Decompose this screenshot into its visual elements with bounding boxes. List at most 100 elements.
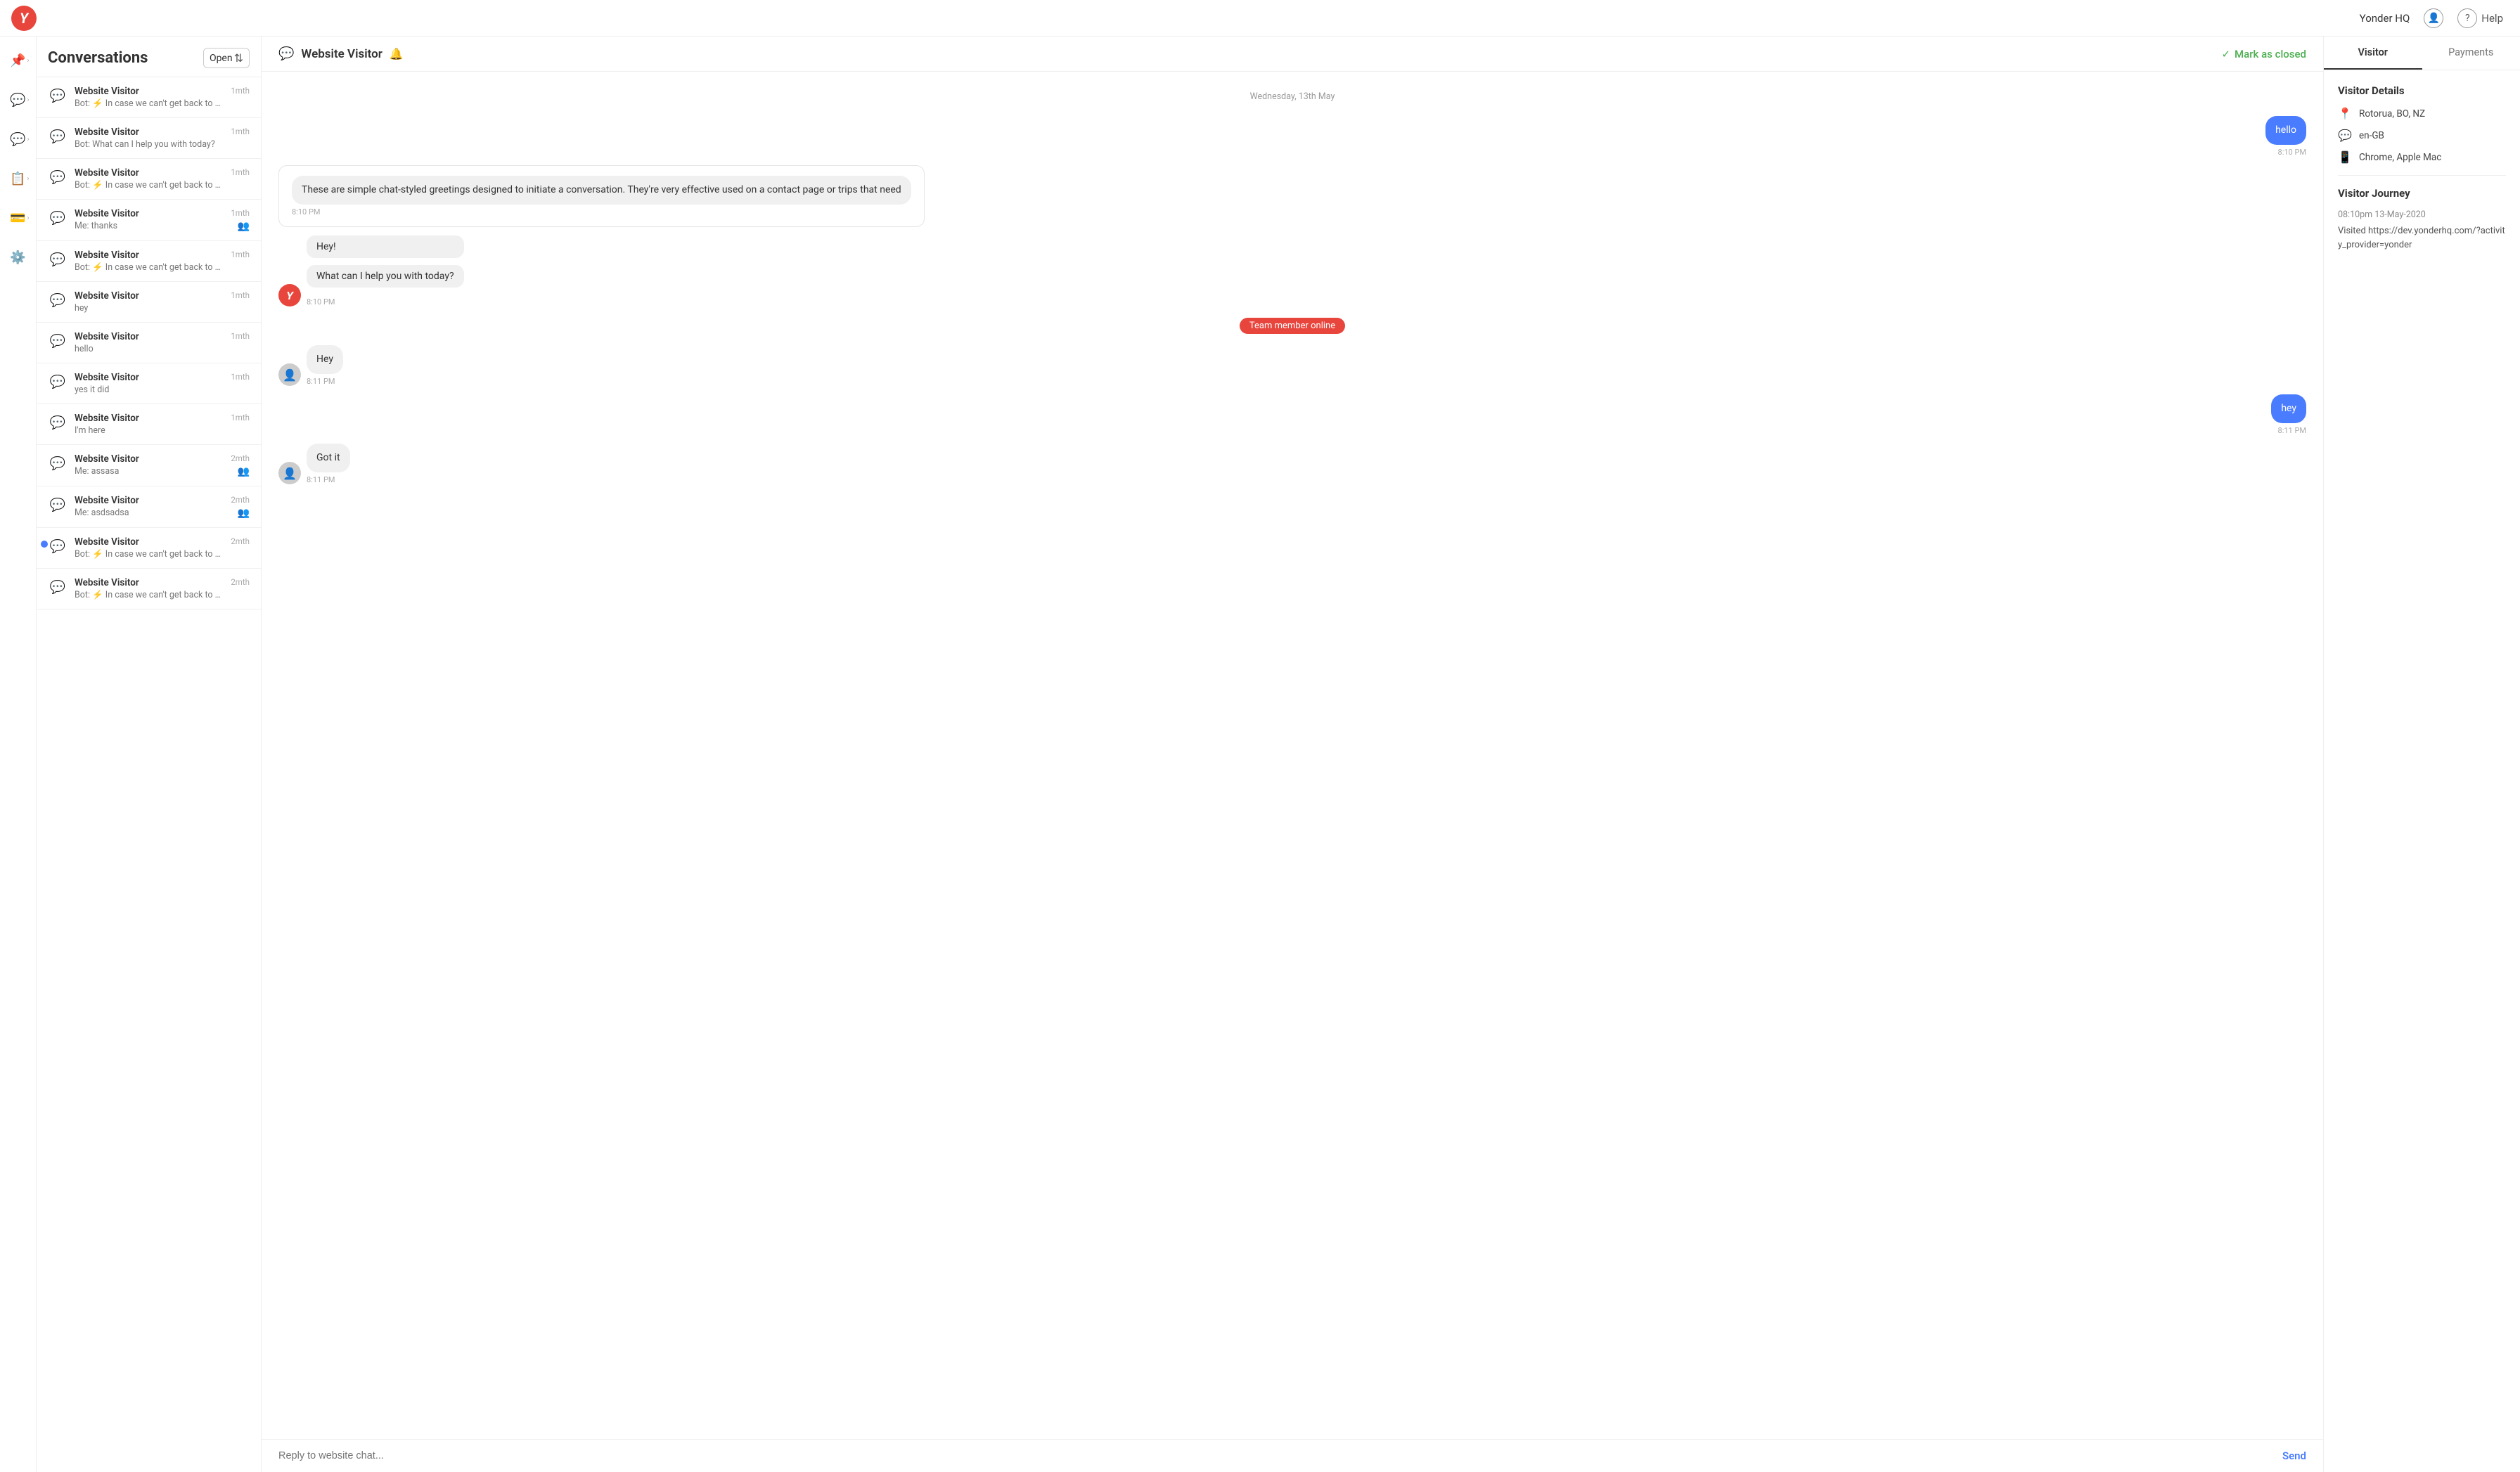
- conv-avatar-icon: 💬: [48, 536, 68, 556]
- sidebar-item-pin[interactable]: 📌›: [6, 48, 31, 73]
- conversation-item[interactable]: 💬 Website Visitor Bot: ⚡ In case we can'…: [37, 569, 261, 609]
- conv-name: Website Visitor: [75, 536, 224, 548]
- conv-time: 1mth: [231, 127, 250, 136]
- team-member-badge-row: Team member online: [278, 315, 2306, 337]
- incoming-message: 👤 Hey 8:11 PM: [278, 345, 2306, 386]
- profile-icon: 👤: [2424, 8, 2443, 28]
- right-tab-visitor[interactable]: Visitor: [2324, 37, 2422, 70]
- conversation-item[interactable]: 💬 Website Visitor Me: assasa 2mth 👥: [37, 445, 261, 486]
- conversation-item[interactable]: 💬 Website Visitor Bot: ⚡ In case we can'…: [37, 528, 261, 569]
- conv-preview: Bot: ⚡ In case we can't get back to you.…: [75, 180, 224, 191]
- conv-time: 1mth: [231, 331, 250, 341]
- sidebar-item-card[interactable]: 💳›: [6, 205, 31, 231]
- details-divider: [2338, 175, 2506, 176]
- conv-time: 2mth: [231, 536, 250, 546]
- right-sidebar: VisitorPayments Visitor Details 📍 Rotoru…: [2323, 37, 2520, 1472]
- bot-avatar: Y: [278, 284, 301, 306]
- visitor-details-title: Visitor Details: [2338, 84, 2506, 97]
- chat-header: 💬 Website Visitor 🔔 ✓ Mark as closed: [262, 37, 2323, 72]
- conv-time: 1mth: [231, 167, 250, 177]
- conversation-item[interactable]: 💬 Website Visitor Me: thanks 1mth 👥: [37, 200, 261, 241]
- browser-icon: 📱: [2338, 150, 2352, 164]
- message-text: hello: [2265, 116, 2306, 145]
- chat-header-speech-icon: 💬: [278, 46, 294, 61]
- conv-name: Website Visitor: [75, 331, 224, 342]
- yonder-logo: Y: [11, 6, 37, 31]
- conv-avatar-icon: 💬: [48, 208, 68, 228]
- conv-preview: Me: assasa: [75, 466, 224, 477]
- conv-preview: Bot: ⚡ In case we can't get back to you.…: [75, 590, 224, 600]
- visitor-location-row: 📍 Rotorua, BO, NZ: [2338, 107, 2506, 120]
- checkmark-icon: ✓: [2221, 48, 2230, 60]
- visitor-avatar: 👤: [278, 462, 301, 484]
- conversation-item[interactable]: 💬 Website Visitor hey 1mth: [37, 282, 261, 323]
- language-icon: 💬: [2338, 129, 2352, 142]
- conversations-list: 💬 Website Visitor Bot: ⚡ In case we can'…: [37, 77, 261, 1472]
- assign-icon: 👥: [238, 466, 250, 477]
- chat-messages: Wednesday, 13th May hello 8:10 PM These …: [262, 72, 2323, 1439]
- conv-name: Website Visitor: [75, 577, 224, 588]
- message-text: hey: [2271, 394, 2306, 423]
- conversation-item[interactable]: 💬 Website Visitor Bot: What can I help y…: [37, 118, 261, 159]
- conv-time: 1mth: [231, 413, 250, 422]
- send-button[interactable]: Send: [2282, 1450, 2306, 1462]
- conv-time: 1mth: [231, 372, 250, 382]
- conversation-item[interactable]: 💬 Website Visitor Bot: ⚡ In case we can'…: [37, 77, 261, 118]
- conversation-item[interactable]: 💬 Website Visitor Bot: ⚡ In case we can'…: [37, 159, 261, 200]
- conv-preview: hey: [75, 303, 224, 314]
- assign-icon: 👥: [238, 508, 250, 519]
- chat-header-info-icon[interactable]: 🔔: [390, 47, 404, 60]
- sidebar-item-inbox[interactable]: 💬›: [6, 127, 31, 152]
- conv-preview: hello: [75, 344, 224, 354]
- chat-area: 💬 Website Visitor 🔔 ✓ Mark as closed Wed…: [262, 37, 2323, 1472]
- conv-name: Website Visitor: [75, 495, 224, 506]
- journey-link: Visited https://dev.yonderhq.com/?activi…: [2338, 224, 2506, 252]
- icon-sidebar: 📌› 💬› 💬› 📋› 💳› ⚙️: [0, 37, 37, 1472]
- conversations-title: Conversations: [48, 49, 148, 67]
- bot-bubble: What can I help you with today?: [307, 265, 464, 288]
- org-name: Yonder HQ: [2360, 12, 2410, 25]
- message-text: These are simple chat-styled greetings d…: [292, 176, 911, 205]
- mark-closed-button[interactable]: ✓ Mark as closed: [2221, 48, 2306, 60]
- conv-time: 1mth: [231, 250, 250, 259]
- bot-bubbles-message: Y Hey! What can I help you with today? 8:…: [278, 235, 2306, 306]
- conversation-item[interactable]: 💬 Website Visitor hello 1mth: [37, 323, 261, 363]
- visitor-avatar: 👤: [278, 363, 301, 386]
- conv-name: Website Visitor: [75, 167, 224, 179]
- conversation-item[interactable]: 💬 Website Visitor I'm here 1mth: [37, 404, 261, 445]
- bot-bubble: Hey!: [307, 235, 464, 258]
- message-time: 8:11 PM: [2271, 426, 2306, 435]
- conv-time: 1mth: [231, 86, 250, 96]
- profile-button[interactable]: 👤: [2424, 8, 2443, 28]
- conversation-item[interactable]: 💬 Website Visitor Bot: ⚡ In case we can'…: [37, 241, 261, 282]
- conv-avatar-icon: 💬: [48, 290, 68, 310]
- conv-avatar-icon: 💬: [48, 167, 68, 187]
- conv-name: Website Visitor: [75, 453, 224, 465]
- message-text: Got it: [307, 444, 350, 472]
- conversation-item[interactable]: 💬 Website Visitor yes it did 1mth: [37, 363, 261, 404]
- message-time: 8:10 PM: [307, 297, 464, 306]
- conv-avatar-icon: 💬: [48, 413, 68, 432]
- conv-avatar-icon: 💬: [48, 86, 68, 105]
- conversation-item[interactable]: 💬 Website Visitor Me: asdsadsa 2mth 👥: [37, 486, 261, 528]
- date-divider: Wednesday, 13th May: [278, 91, 2306, 102]
- sidebar-item-settings[interactable]: ⚙️: [6, 245, 31, 270]
- message-time: 8:10 PM: [292, 207, 911, 217]
- location-icon: 📍: [2338, 107, 2352, 120]
- chat-header-title: Website Visitor: [301, 47, 382, 61]
- right-tab-payments[interactable]: Payments: [2422, 37, 2520, 70]
- conv-preview: I'm here: [75, 425, 224, 436]
- help-label: Help: [2481, 12, 2503, 25]
- help-button[interactable]: ? Help: [2457, 8, 2503, 28]
- message-time: 8:10 PM: [2265, 148, 2306, 157]
- conv-avatar-icon: 💬: [48, 453, 68, 473]
- sidebar-item-notes[interactable]: 📋›: [6, 166, 31, 191]
- status-selector[interactable]: Open ⇅: [203, 48, 250, 68]
- message-time: 8:11 PM: [307, 377, 343, 386]
- visitor-language-row: 💬 en-GB: [2338, 129, 2506, 142]
- bot-block-message: These are simple chat-styled greetings d…: [278, 165, 2306, 227]
- assign-icon: 👥: [238, 221, 250, 232]
- conv-avatar-icon: 💬: [48, 372, 68, 392]
- reply-input[interactable]: [278, 1450, 2274, 1461]
- sidebar-item-chat[interactable]: 💬›: [6, 87, 31, 112]
